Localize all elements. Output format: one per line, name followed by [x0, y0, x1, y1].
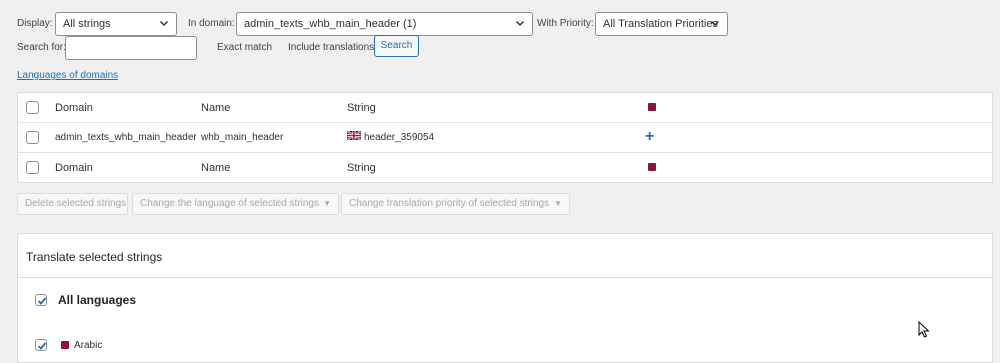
priority-select[interactable]: All Translation Priorities [595, 12, 728, 36]
checkmark-icon [37, 297, 47, 305]
include-translations-option[interactable]: Include translations [288, 42, 374, 53]
table-footer-row: Domain Name String [18, 153, 992, 183]
select-all-checkbox-footer[interactable] [26, 161, 39, 174]
chevron-down-icon [159, 20, 169, 27]
column-name-footer[interactable]: Name [201, 162, 230, 174]
row-name: whb_main_header [201, 132, 284, 143]
row-string: header_359054 [364, 132, 435, 143]
change-priority-label: Change translation priority of selected … [349, 198, 550, 209]
table-row: admin_texts_whb_main_header whb_main_hea… [18, 123, 992, 153]
uk-flag-icon [347, 131, 361, 140]
translate-panel: Translate selected strings All languages… [17, 233, 993, 363]
search-button[interactable]: Search [374, 35, 419, 57]
change-language-label: Change the language of selected strings [140, 198, 320, 209]
column-name[interactable]: Name [201, 102, 230, 114]
checkmark-icon [37, 342, 47, 350]
priority-label: With Priority: [537, 18, 594, 29]
strings-table: Domain Name String admin_texts_whb_main_… [17, 92, 993, 183]
exact-match-option[interactable]: Exact match [217, 42, 272, 53]
display-select[interactable]: All strings [55, 12, 177, 36]
dropdown-arrow-icon: ▼ [554, 199, 562, 208]
chevron-down-icon [710, 20, 720, 27]
column-string[interactable]: String [347, 102, 376, 114]
domain-select[interactable]: admin_texts_whb_main_header (1) [236, 12, 533, 36]
dropdown-arrow-icon: ▼ [323, 199, 331, 208]
mouse-cursor-icon [918, 321, 930, 338]
languages-of-domains-link[interactable]: Languages of domains [17, 70, 118, 81]
change-language-dropdown[interactable]: Change the language of selected strings … [132, 193, 339, 215]
priority-select-value: All Translation Priorities [603, 18, 718, 30]
all-languages-label: All languages [58, 293, 137, 307]
language-checkbox-arabic[interactable] [35, 339, 47, 351]
row-checkbox[interactable] [26, 131, 39, 144]
qatar-flag-icon [648, 163, 656, 171]
translate-panel-title: Translate selected strings [26, 250, 163, 264]
column-string-footer[interactable]: String [347, 162, 376, 174]
change-priority-dropdown[interactable]: Change translation priority of selected … [341, 193, 570, 215]
all-languages-checkbox[interactable] [35, 294, 47, 306]
qatar-flag-icon [61, 341, 69, 349]
search-label: Search for: [17, 42, 66, 53]
domain-select-value: admin_texts_whb_main_header (1) [244, 18, 417, 30]
table-header-row: Domain Name String [18, 93, 992, 123]
display-select-value: All strings [63, 18, 111, 30]
column-domain-footer[interactable]: Domain [55, 162, 93, 174]
delete-selected-strings-button[interactable]: Delete selected strings [17, 193, 128, 215]
display-label: Display: [17, 18, 53, 29]
translate-panel-header: Translate selected strings [18, 234, 992, 278]
search-input[interactable] [65, 36, 197, 60]
delete-selected-strings-label: Delete selected strings [25, 198, 127, 209]
add-translation-plus-icon[interactable]: + [645, 128, 654, 146]
select-all-checkbox[interactable] [26, 101, 39, 114]
qatar-flag-icon [648, 103, 656, 111]
domain-label: In domain: [188, 18, 235, 29]
language-label-arabic: Arabic [74, 340, 103, 351]
row-domain: admin_texts_whb_main_header [55, 132, 197, 143]
chevron-down-icon [515, 20, 525, 27]
column-domain[interactable]: Domain [55, 102, 93, 114]
